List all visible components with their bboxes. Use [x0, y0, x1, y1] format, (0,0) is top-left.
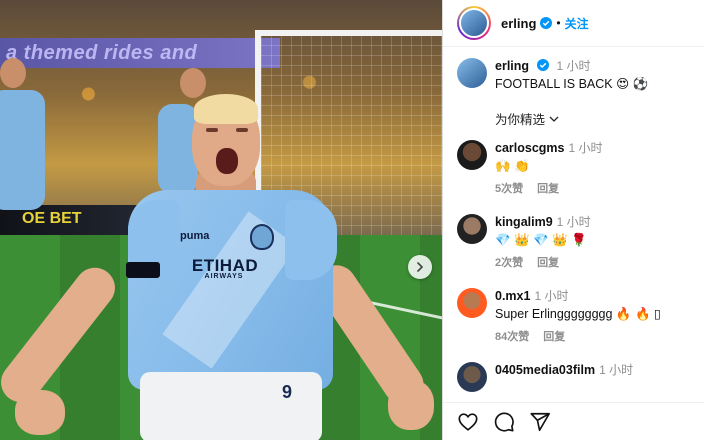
stadium-banner: a themed rides and	[0, 38, 280, 68]
comment-username[interactable]: 0.mx1	[495, 289, 530, 303]
share-icon[interactable]	[529, 411, 551, 433]
avatar[interactable]	[457, 140, 487, 170]
comment-time: 1 小时	[599, 363, 634, 377]
player-hair	[194, 94, 258, 124]
comment-text: Super Erlingggggggg 🔥 🔥 ▯	[495, 307, 661, 321]
separator-dot: •	[556, 16, 561, 30]
comment-row: carloscgms 1 小时 🙌 👏 5次赞 回复	[443, 128, 704, 198]
comment-row: 0405media03film 1 小时	[443, 346, 704, 392]
reply-button[interactable]: 回复	[537, 257, 559, 269]
comment-time: 1 小时	[534, 289, 569, 303]
background-player-head	[180, 68, 206, 98]
jersey-cuff	[126, 262, 160, 278]
comment-likes[interactable]: 84次赞	[495, 331, 529, 343]
caption-time: 1 小时	[556, 59, 591, 73]
jersey-sleeve	[285, 200, 337, 280]
jersey-sponsor-sub: AIRWAYS	[204, 273, 244, 280]
avatar[interactable]	[457, 288, 487, 318]
verified-badge-icon	[537, 59, 550, 71]
comment-username[interactable]: 0405media03film	[495, 363, 595, 377]
chevron-right-icon	[417, 262, 424, 272]
reply-button[interactable]: 回复	[543, 331, 565, 343]
player-eye	[206, 128, 218, 132]
comment-text: 💎 👑 💎 👑 🌹	[495, 233, 587, 247]
post-sidebar: erling • 关注 erling 1 小时 FOOTBALL IS BACK…	[442, 0, 704, 440]
header-username[interactable]: erling	[501, 16, 536, 31]
ad-board-text: OE BET	[22, 210, 82, 227]
comment-likes[interactable]: 5次赞	[495, 183, 523, 195]
shorts-number: 9	[282, 382, 293, 402]
avatar[interactable]	[457, 362, 487, 392]
comment-username[interactable]: kingalim9	[495, 215, 553, 229]
post-header: erling • 关注	[443, 0, 704, 47]
player-left-hand	[15, 390, 65, 435]
background-player-head	[0, 58, 26, 88]
comment-text: 🙌 👏	[495, 159, 530, 173]
comment-username[interactable]: carloscgms	[495, 141, 564, 155]
follow-button[interactable]: 关注	[565, 15, 589, 32]
comment-time: 1 小时	[568, 141, 603, 155]
verified-badge-icon	[540, 17, 553, 29]
caption-row: erling 1 小时 FOOTBALL IS BACK 😍 ⚽	[443, 50, 704, 93]
player-mouth	[216, 148, 238, 174]
club-crest	[250, 224, 274, 250]
comment-row: kingalim9 1 小时 💎 👑 💎 👑 🌹 2次赞 回复	[443, 198, 704, 272]
avatar	[459, 8, 489, 38]
player-right-hand	[388, 380, 434, 430]
post-image[interactable]: a themed rides and OE BET puma ETIHAD AI…	[0, 0, 442, 440]
comment-row: 0.mx1 1 小时 Super Erlingggggggg 🔥 🔥 ▯ 84次赞…	[443, 272, 704, 346]
comment-filter-label: 为你精选	[495, 113, 546, 127]
caption-username[interactable]: erling	[495, 59, 529, 73]
next-image-button[interactable]	[408, 255, 432, 279]
heart-icon[interactable]	[457, 411, 479, 433]
banner-text: a themed rides and	[6, 42, 198, 64]
post-viewer: a themed rides and OE BET puma ETIHAD AI…	[0, 0, 704, 440]
player-shorts	[140, 372, 322, 440]
reply-button[interactable]: 回复	[537, 183, 559, 195]
chevron-down-icon	[549, 116, 559, 122]
avatar[interactable]	[457, 58, 487, 88]
comment-icon[interactable]	[493, 411, 515, 433]
avatar[interactable]	[457, 214, 487, 244]
story-ring-avatar[interactable]	[457, 6, 491, 40]
caption-text: FOOTBALL IS BACK 😍 ⚽	[495, 77, 649, 91]
jersey-brand: puma	[180, 230, 210, 242]
player-eye	[236, 128, 248, 132]
background-player	[0, 90, 45, 210]
comment-time: 1 小时	[556, 215, 591, 229]
comment-likes[interactable]: 2次赞	[495, 257, 523, 269]
comment-filter-dropdown[interactable]: 为你精选	[443, 93, 704, 128]
post-actions-bar	[443, 402, 704, 440]
comments-list[interactable]: erling 1 小时 FOOTBALL IS BACK 😍 ⚽ 为你精选 ca…	[443, 50, 704, 400]
